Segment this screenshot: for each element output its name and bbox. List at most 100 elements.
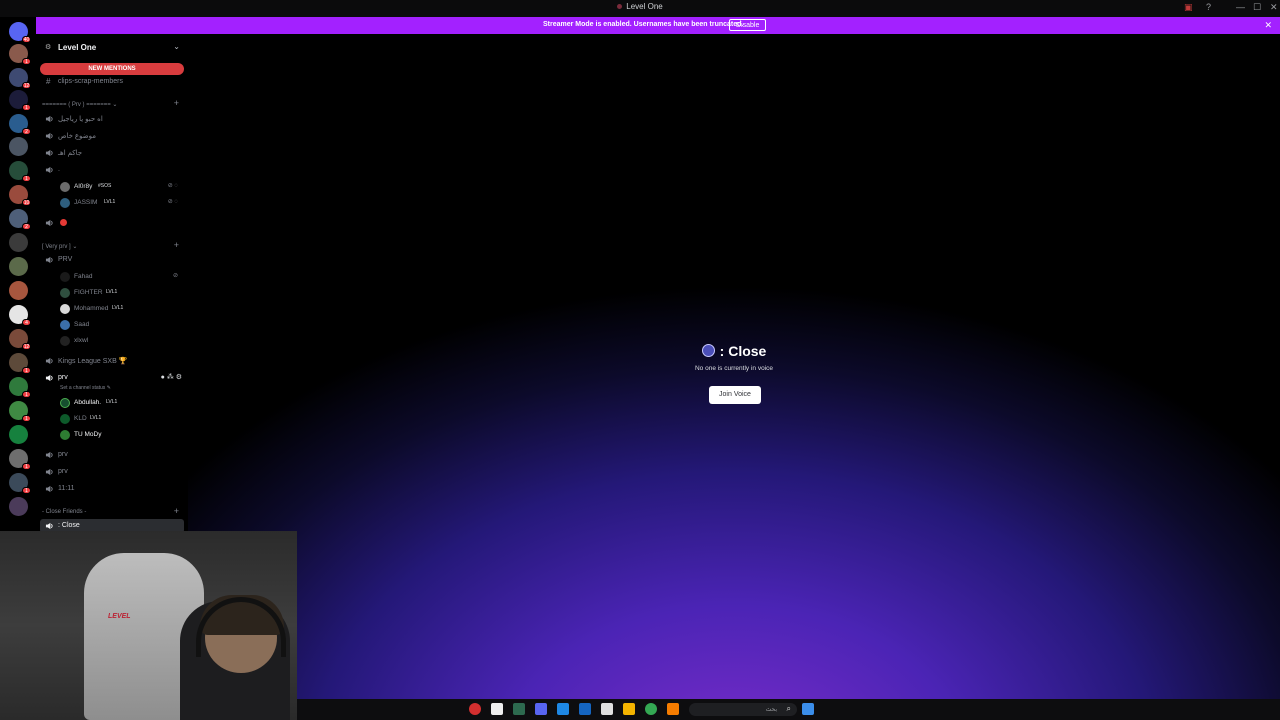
new-mentions-bar[interactable]: NEW MENTIONS [40,63,184,75]
help-icon[interactable]: ? [1206,2,1211,12]
join-voice-button[interactable]: Join Voice [709,386,761,404]
server-header[interactable]: ⚙ Level One ⌄ [36,40,188,54]
speaker-icon [45,451,53,459]
voice-user[interactable]: JASSIM LVL1 ⊘ ◌ [60,196,182,210]
voice-user[interactable]: xlxwl [60,334,182,348]
taskbar: بحث ⌕ [297,699,1280,720]
close-banner-icon[interactable]: ✕ [1264,20,1272,31]
voice-channel[interactable]: موضوع خاص [36,129,188,143]
voice-channel-active[interactable]: prv ● ⁂ ⚙ [36,371,188,385]
server-icon[interactable]: 12 [9,329,31,350]
voice-channel[interactable] [36,216,188,230]
taskbar-search[interactable]: بحث ⌕ [689,703,797,716]
server-icon[interactable] [9,137,28,156]
app-icon[interactable] [513,703,525,715]
server-icon[interactable]: 1 [9,44,31,65]
user-tag: LVL1 [90,415,102,421]
voice-channel[interactable]: prv [36,465,188,479]
maximize-button[interactable]: ☐ [1253,2,1261,13]
close-window-button[interactable]: ✕ [1270,2,1278,13]
channel-name: موضوع خاص [58,133,96,140]
server-icon[interactable]: 1 [9,473,31,494]
minimize-button[interactable]: — [1236,2,1245,12]
server-icon[interactable]: 12 [9,68,31,89]
voice-channel[interactable]: 11:11 [36,482,188,496]
calendar-icon[interactable] [601,703,613,715]
server-icon[interactable]: 1 [9,377,31,398]
voice-channel-title-text: : Close [719,343,767,359]
channel-name: اه حبو يا رياجيل [58,116,103,123]
speaker-icon [45,468,53,476]
user-tag: LVL1 [106,289,118,295]
voice-channel[interactable]: PRV [36,253,188,267]
notion-icon[interactable] [491,703,503,715]
channel-actions-icon[interactable]: ● ⁂ ⚙ [161,373,182,381]
voice-channel[interactable]: Kings League SXB 🏆 [36,354,188,368]
server-icon[interactable]: 2 [9,209,31,230]
app-icon[interactable] [579,703,591,715]
speaker-icon [45,149,53,157]
chrome-icon[interactable] [645,703,657,715]
channel-name: 11:11 [58,485,75,492]
channel-name: جاكم اهـ [58,150,83,157]
voice-user[interactable]: Abdullah. LVL1 [60,396,182,410]
channel-name: . [58,166,60,173]
server-icon[interactable]: 10 [9,185,31,206]
discord-icon[interactable] [535,703,547,715]
server-rail: 40 1 12 1 2 1 10 2 4 12 1 1 1 1 1 [0,17,36,537]
windows-start-icon[interactable] [802,703,814,715]
home-button[interactable]: 40 [9,22,31,43]
muted-icon: ⊘ [172,273,178,279]
voice-channel[interactable]: اه حبو يا رياجيل [36,112,188,126]
voice-channel[interactable]: . [36,163,188,177]
server-icon[interactable]: 4 [9,305,31,326]
server-icon[interactable] [9,233,28,252]
server-icon[interactable]: 2 [9,114,31,135]
voice-user[interactable]: KLD LVL1 [60,412,182,426]
speaker-icon [45,219,53,227]
voice-user[interactable]: FIGHTER LVL1 [60,286,182,300]
category-close-friends[interactable]: - Close Friends - [42,509,86,515]
voice-user[interactable]: Fahad ⊘ [60,270,182,284]
server-icon[interactable]: 1 [9,353,31,374]
add-channel-icon[interactable]: + [174,98,179,108]
speaker-icon [45,485,53,493]
voice-user[interactable]: TU MoDy [60,428,182,442]
add-channel-icon[interactable]: + [174,506,179,516]
server-icon[interactable]: 1 [9,449,31,470]
category-prv[interactable]: ======= ( Prv ) ======= ⌄ [42,101,117,108]
server-icon[interactable]: 1 [9,90,31,111]
server-icon[interactable] [9,257,28,276]
voice-user[interactable]: Mohammed LVL1 [60,302,182,316]
disable-streamer-mode-button[interactable]: Disable [729,19,767,31]
avatar [60,288,70,298]
channel-status[interactable]: Set a channel status ✎ [60,385,111,391]
category-very-prv[interactable]: [ Very prv ] ⌄ [42,243,77,250]
webcam-overlay: LEVEL [0,531,297,720]
channel-name: : Close [58,522,80,529]
text-channel[interactable]: # clips-scrap-members [36,75,188,89]
record-icon[interactable] [469,703,481,715]
streamer-mode-banner: Streamer Mode is enabled. Usernames have… [36,17,1280,34]
voice-user[interactable]: Al0r8y #SOS ⊘ ◌ [60,180,182,194]
app-icon[interactable] [667,703,679,715]
voice-channel[interactable]: prv [36,448,188,462]
voice-user[interactable]: Saad [60,318,182,332]
app-icon[interactable] [557,703,569,715]
server-icon[interactable]: 1 [9,401,31,422]
server-icon[interactable] [9,281,28,300]
speaker-icon [45,357,53,365]
server-icon[interactable] [9,497,28,516]
search-placeholder: بحث [765,707,777,713]
banner-message: Streamer Mode is enabled. Usernames have… [543,21,744,28]
server-icon[interactable] [9,425,28,444]
avatar [60,430,70,440]
folder-icon[interactable] [623,703,635,715]
server-icon[interactable]: 1 [9,161,31,182]
channel-name: PRV [58,256,73,263]
add-channel-icon[interactable]: + [174,240,179,250]
search-icon: ⌕ [786,704,791,713]
speaker-icon [45,256,53,264]
voice-channel[interactable]: جاكم اهـ [36,146,188,160]
inbox-icon[interactable]: ▣ [1184,2,1193,13]
